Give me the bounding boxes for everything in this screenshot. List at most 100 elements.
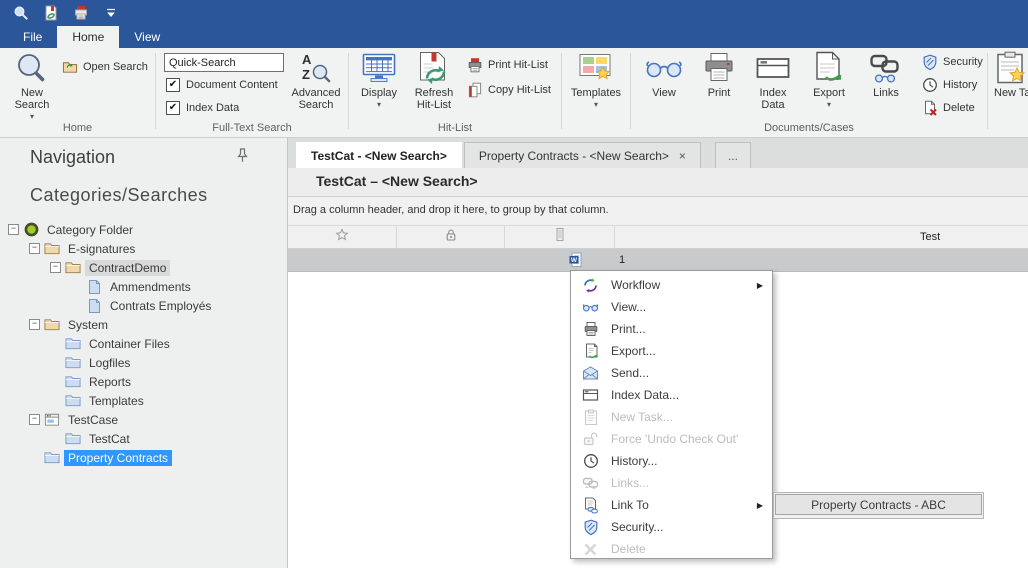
tree-item-reports[interactable]: Reports: [0, 372, 287, 391]
tree-item-label: Ammendments: [106, 279, 195, 295]
tree-item-testcase[interactable]: −TestCase: [0, 410, 287, 429]
new-search-button[interactable]: New Search ▾: [6, 50, 58, 121]
quick-search-input[interactable]: [164, 53, 284, 72]
collapse-expander-icon[interactable]: −: [29, 243, 40, 254]
close-tab-icon[interactable]: ×: [679, 149, 686, 163]
tree-item-label: System: [64, 317, 112, 333]
context-menu-item-force-undo-check-out[interactable]: Force 'Undo Check Out': [571, 428, 772, 450]
result-title-bar: TestCat – <New Search>: [288, 168, 1028, 197]
ribbon-group-documents-cases: View Print Index Data Export ▾ Links Sec…: [631, 48, 987, 137]
security-button[interactable]: Security: [922, 53, 983, 71]
new-task-button[interactable]: New Task: [994, 50, 1028, 99]
clock-icon: [922, 77, 938, 93]
folder-tan-icon: [44, 241, 60, 257]
tree-item-e-signatures[interactable]: −E-signatures: [0, 239, 287, 258]
context-menu-item-workflow[interactable]: Workflow▶: [571, 274, 772, 296]
menu-item-label: Index Data...: [611, 388, 679, 402]
doc-tab-[interactable]: ...: [715, 142, 751, 168]
open-folder-icon: [62, 59, 78, 75]
pin-icon[interactable]: [236, 148, 249, 168]
advanced-search-button[interactable]: AZ Advanced Search: [287, 50, 345, 111]
folder-blue-icon: [65, 431, 81, 447]
folder-blue-icon: [65, 336, 81, 352]
menu-item-label: History...: [611, 454, 657, 468]
export-button[interactable]: Export ▾: [803, 50, 855, 109]
collapse-expander-icon[interactable]: −: [50, 262, 61, 273]
context-menu-item-export[interactable]: Export...: [571, 340, 772, 362]
context-menu-item-new-task[interactable]: New Task...: [571, 406, 772, 428]
tree-item-category-folder[interactable]: −Category Folder: [0, 220, 287, 239]
tree-item-container-files[interactable]: Container Files: [0, 334, 287, 353]
context-menu-item-index-data[interactable]: Index Data...: [571, 384, 772, 406]
shield-icon: [922, 54, 938, 70]
svg-text:Z: Z: [302, 67, 310, 82]
context-menu-item-security[interactable]: Security...: [571, 516, 772, 538]
tree-item-contractdemo[interactable]: −ContractDemo: [0, 258, 287, 277]
tree-item-label: Logfiles: [85, 355, 134, 371]
export-icon: [582, 343, 599, 360]
submenu-item-property-contracts-abc[interactable]: Property Contracts - ABC: [775, 494, 982, 515]
context-menu-item-delete[interactable]: Delete: [571, 538, 772, 560]
delete-button[interactable]: Delete: [922, 99, 975, 117]
view-button[interactable]: View: [640, 50, 688, 99]
context-menu-item-link-to[interactable]: Link To▶: [571, 494, 772, 516]
quick-access-customize-dropdown-icon[interactable]: [102, 4, 120, 22]
document-content-checkbox[interactable]: ✔ Document Content: [166, 78, 278, 92]
tree-item-property-contracts[interactable]: Property Contracts: [0, 448, 287, 467]
svg-text:A: A: [302, 52, 312, 67]
templates-button[interactable]: Templates ▾: [567, 50, 625, 109]
doc-tab-label: ...: [728, 149, 738, 163]
result-row-selected[interactable]: W 1: [288, 249, 1028, 272]
search-icon: [14, 50, 50, 86]
column-header-test[interactable]: Test: [615, 226, 1028, 248]
tab-home[interactable]: Home: [57, 26, 119, 48]
group-label-documents-cases: Documents/Cases: [631, 122, 987, 134]
column-header-star[interactable]: [288, 226, 397, 248]
index-data-button[interactable]: Index Data: [747, 50, 799, 111]
context-menu-item-view[interactable]: View...: [571, 296, 772, 318]
tree-item-logfiles[interactable]: Logfiles: [0, 353, 287, 372]
history-button[interactable]: History: [922, 76, 977, 94]
collapse-expander-icon[interactable]: −: [29, 319, 40, 330]
tree-item-contrats-employ-s[interactable]: Contrats Employés: [0, 296, 287, 315]
tree-item-templates[interactable]: Templates: [0, 391, 287, 410]
context-menu-item-send[interactable]: Send...: [571, 362, 772, 384]
tree-item-system[interactable]: − System: [0, 315, 287, 334]
tab-file[interactable]: File: [8, 26, 57, 48]
link-doc-icon: [582, 497, 599, 514]
index-data-checkbox[interactable]: ✔ Index Data: [166, 101, 239, 115]
quick-access-refresh-document-icon[interactable]: [42, 4, 60, 22]
quick-access-print-icon[interactable]: [72, 4, 90, 22]
group-by-bar[interactable]: Drag a column header, and drop it here, …: [288, 197, 1028, 226]
ribbon: New Search ▾ Open Search Home ✔ Document…: [0, 48, 1028, 138]
document-tab-bar: TestCat - <New Search>Property Contracts…: [288, 138, 1028, 168]
quick-access-search-icon[interactable]: [12, 4, 30, 22]
categories-searches-header: Categories/Searches: [30, 185, 208, 206]
collapse-expander-icon[interactable]: −: [8, 224, 19, 235]
folder-blue-icon: [65, 355, 81, 371]
refresh-hitlist-button[interactable]: Refresh Hit-List: [406, 50, 462, 111]
print-button[interactable]: Print: [695, 50, 743, 99]
tree-item-testcat[interactable]: TestCat: [0, 429, 287, 448]
open-search-button[interactable]: Open Search: [62, 58, 148, 76]
context-menu-item-links[interactable]: Links...: [571, 472, 772, 494]
print-hitlist-button[interactable]: Print Hit-List: [467, 56, 548, 74]
tab-view[interactable]: View: [119, 26, 175, 48]
file-blue-icon: [86, 298, 102, 314]
collapse-expander-icon[interactable]: −: [29, 414, 40, 425]
links-button[interactable]: Links: [860, 50, 912, 99]
context-menu-item-print[interactable]: Print...: [571, 318, 772, 340]
tree-item-ammendments[interactable]: Ammendments: [0, 277, 287, 296]
doc-tab-property-contracts-new-search[interactable]: Property Contracts - <New Search>×: [464, 142, 701, 168]
testcase-icon: [44, 412, 60, 428]
menu-item-label: View...: [611, 300, 646, 314]
copy-hitlist-button[interactable]: Copy Hit-List: [467, 81, 551, 99]
context-menu-item-history[interactable]: History...: [571, 450, 772, 472]
display-button[interactable]: Display ▾: [355, 50, 403, 109]
group-label-hitlist: Hit-List: [349, 122, 561, 134]
column-header-document[interactable]: [505, 226, 615, 248]
menu-item-label: Workflow: [611, 278, 660, 292]
doc-tab-testcat-new-search[interactable]: TestCat - <New Search>: [296, 142, 462, 168]
column-header-lock[interactable]: [397, 226, 505, 248]
word-document-icon: W: [568, 252, 584, 268]
